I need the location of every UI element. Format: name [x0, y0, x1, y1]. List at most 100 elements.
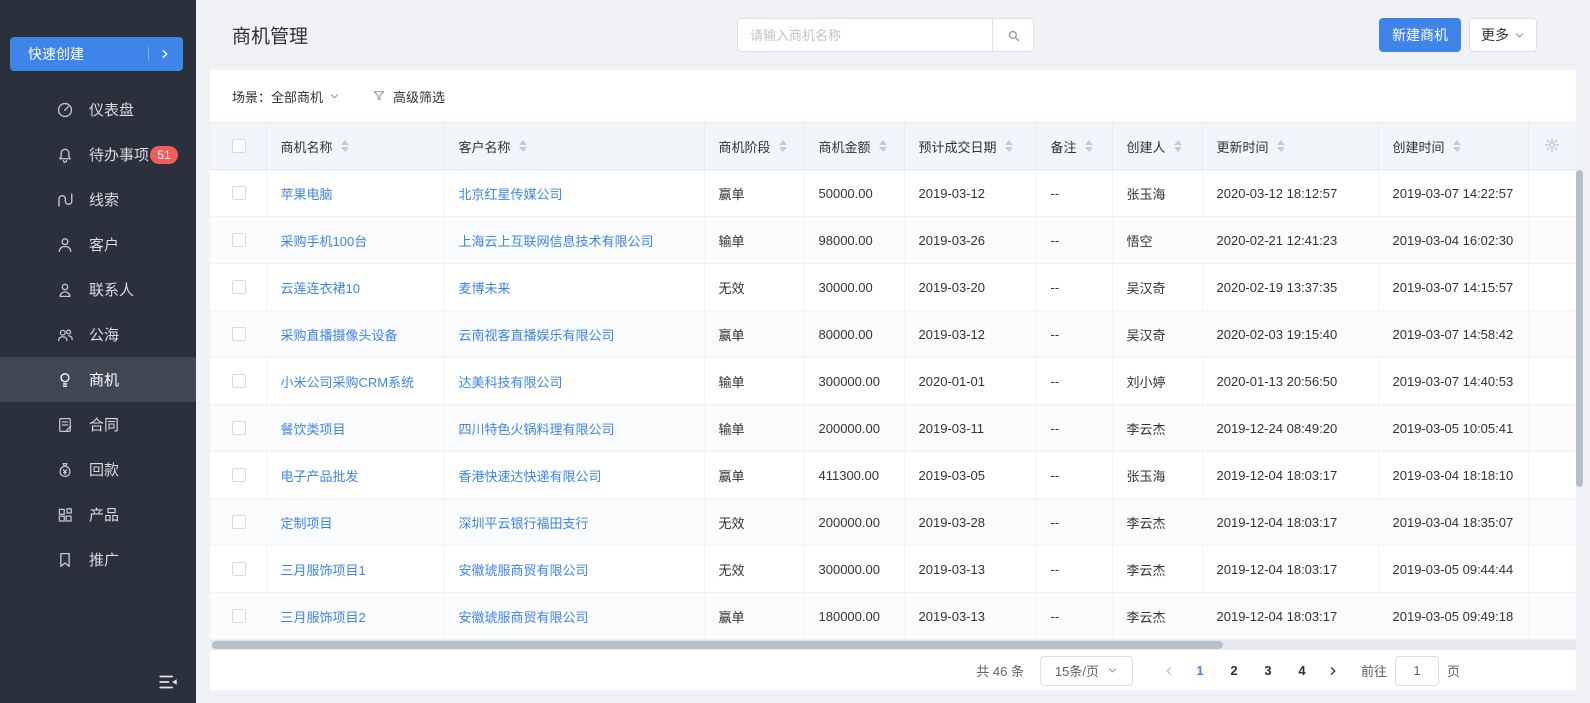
next-page-button[interactable] [1319, 665, 1347, 677]
sidebar-item-product[interactable]: 产品 [0, 492, 196, 537]
caret-up-icon[interactable] [1453, 140, 1461, 145]
row-checkbox[interactable] [232, 421, 246, 435]
customer-name-link[interactable]: 麦博未来 [459, 281, 511, 296]
caret-down-icon[interactable] [1005, 147, 1013, 152]
sort-control[interactable] [879, 140, 887, 152]
row-checkbox[interactable] [232, 562, 246, 576]
customer-name-link[interactable]: 深圳平云银行福田支行 [459, 516, 589, 531]
search-button[interactable] [992, 18, 1034, 52]
create-opportunity-button[interactable]: 新建商机 [1379, 18, 1461, 52]
caret-down-icon[interactable] [1085, 147, 1093, 152]
opportunity-name-link[interactable]: 云莲连衣裙10 [281, 281, 360, 296]
caret-up-icon[interactable] [519, 140, 527, 145]
sort-control[interactable] [1453, 140, 1461, 152]
customer-name-link[interactable]: 上海云上互联网信息技术有限公司 [459, 234, 654, 249]
row-checkbox[interactable] [232, 186, 246, 200]
sort-control[interactable] [1005, 140, 1013, 152]
opportunity-name-link[interactable]: 三月服饰项目1 [281, 563, 366, 578]
sidebar-item-contract[interactable]: 合同 [0, 402, 196, 447]
sort-control[interactable] [341, 140, 349, 152]
caret-up-icon[interactable] [1277, 140, 1285, 145]
caret-down-icon[interactable] [1277, 147, 1285, 152]
sidebar-item-todo[interactable]: 待办事项51 [0, 132, 196, 177]
customer-name-link[interactable]: 北京红星传媒公司 [459, 187, 563, 202]
opportunity-name-link[interactable]: 苹果电脑 [281, 187, 333, 202]
advanced-filter-button[interactable]: 高级筛选 [372, 87, 445, 106]
opportunity-name-link[interactable]: 采购手机100台 [281, 234, 368, 249]
caret-up-icon[interactable] [879, 140, 887, 145]
page-number-2[interactable]: 2 [1217, 656, 1251, 686]
horizontal-scrollbar[interactable] [210, 640, 1576, 650]
cell-customer: 四川特色火锅料理有限公司 [444, 405, 704, 452]
customer-name-link[interactable]: 四川特色火锅料理有限公司 [459, 422, 615, 437]
sidebar-item-opportunity[interactable]: 商机 [0, 357, 196, 402]
page-size-select[interactable]: 15条/页 [1040, 656, 1133, 686]
sidebar-item-promotion[interactable]: 推广 [0, 537, 196, 582]
caret-down-icon[interactable] [1174, 147, 1182, 152]
sort-control[interactable] [779, 140, 787, 152]
cell-text-note: -- [1051, 186, 1060, 201]
opportunity-name-link[interactable]: 定制项目 [281, 516, 333, 531]
vertical-scrollbar-thumb[interactable] [1576, 170, 1583, 487]
quick-create-button[interactable]: 快速创建 [10, 37, 183, 71]
caret-down-icon[interactable] [879, 147, 887, 152]
sidebar-item-contact[interactable]: 联系人 [0, 267, 196, 312]
chevron-right-icon[interactable] [159, 48, 171, 60]
opportunity-name-link[interactable]: 餐饮类项目 [281, 422, 346, 437]
sort-control[interactable] [1277, 140, 1285, 152]
opportunity-name-link[interactable]: 采购直播摄像头设备 [281, 328, 398, 343]
caret-up-icon[interactable] [1085, 140, 1093, 145]
row-checkbox[interactable] [232, 233, 246, 247]
cell-text-creator: 张玉海 [1127, 469, 1166, 484]
row-checkbox[interactable] [232, 374, 246, 388]
prev-page-button[interactable] [1155, 665, 1183, 677]
customer-name-link[interactable]: 达美科技有限公司 [459, 375, 563, 390]
goto-page-input[interactable] [1395, 656, 1439, 686]
customer-name-link[interactable]: 安徽琥服商贸有限公司 [459, 610, 589, 625]
row-checkbox[interactable] [232, 280, 246, 294]
customer-name-link[interactable]: 香港快速达快递有限公司 [459, 469, 602, 484]
page-number-1[interactable]: 1 [1183, 656, 1217, 686]
caret-up-icon[interactable] [779, 140, 787, 145]
sidebar-item-payment[interactable]: 回款 [0, 447, 196, 492]
sidebar-item-pool[interactable]: 公海 [0, 312, 196, 357]
page-number-3[interactable]: 3 [1251, 656, 1285, 686]
customer-name-link[interactable]: 云南视客直播娱乐有限公司 [459, 328, 615, 343]
sort-control[interactable] [1174, 140, 1182, 152]
caret-up-icon[interactable] [1005, 140, 1013, 145]
caret-down-icon[interactable] [341, 147, 349, 152]
sort-control[interactable] [519, 140, 527, 152]
row-checkbox-cell [210, 405, 266, 452]
caret-up-icon[interactable] [1174, 140, 1182, 145]
horizontal-scrollbar-thumb[interactable] [212, 641, 1223, 649]
cell-text-created: 2019-03-07 14:58:42 [1393, 327, 1514, 342]
cell-text-stage: 无效 [719, 281, 745, 296]
more-button[interactable]: 更多 [1469, 18, 1537, 52]
scene-filter-dropdown[interactable]: 场景：全部商机 [232, 87, 340, 106]
search-input[interactable] [737, 18, 992, 52]
caret-down-icon[interactable] [1453, 147, 1461, 152]
opportunity-name-link[interactable]: 电子产品批发 [281, 469, 359, 484]
row-checkbox[interactable] [232, 515, 246, 529]
sidebar-item-leads[interactable]: 线索 [0, 177, 196, 222]
cell-text-stage: 赢单 [719, 328, 745, 343]
cell-text-note: -- [1051, 280, 1060, 295]
row-checkbox[interactable] [232, 468, 246, 482]
sidebar-item-dashboard[interactable]: 仪表盘 [0, 87, 196, 132]
cell-stage: 赢单 [704, 170, 804, 217]
caret-down-icon[interactable] [779, 147, 787, 152]
caret-down-icon[interactable] [519, 147, 527, 152]
select-all-checkbox[interactable] [232, 139, 246, 153]
collapse-sidebar-icon[interactable] [156, 671, 180, 693]
page-number-4[interactable]: 4 [1285, 656, 1319, 686]
customer-name-link[interactable]: 安徽琥服商贸有限公司 [459, 563, 589, 578]
row-checkbox[interactable] [232, 609, 246, 623]
row-checkbox[interactable] [232, 327, 246, 341]
sort-control[interactable] [1085, 140, 1093, 152]
gear-icon[interactable] [1544, 137, 1560, 153]
sidebar-item-customer[interactable]: 客户 [0, 222, 196, 267]
opportunity-name-link[interactable]: 小米公司采购CRM系统 [281, 375, 415, 390]
cell-amount: 411300.00 [804, 452, 904, 499]
opportunity-name-link[interactable]: 三月服饰项目2 [281, 610, 366, 625]
caret-up-icon[interactable] [341, 140, 349, 145]
